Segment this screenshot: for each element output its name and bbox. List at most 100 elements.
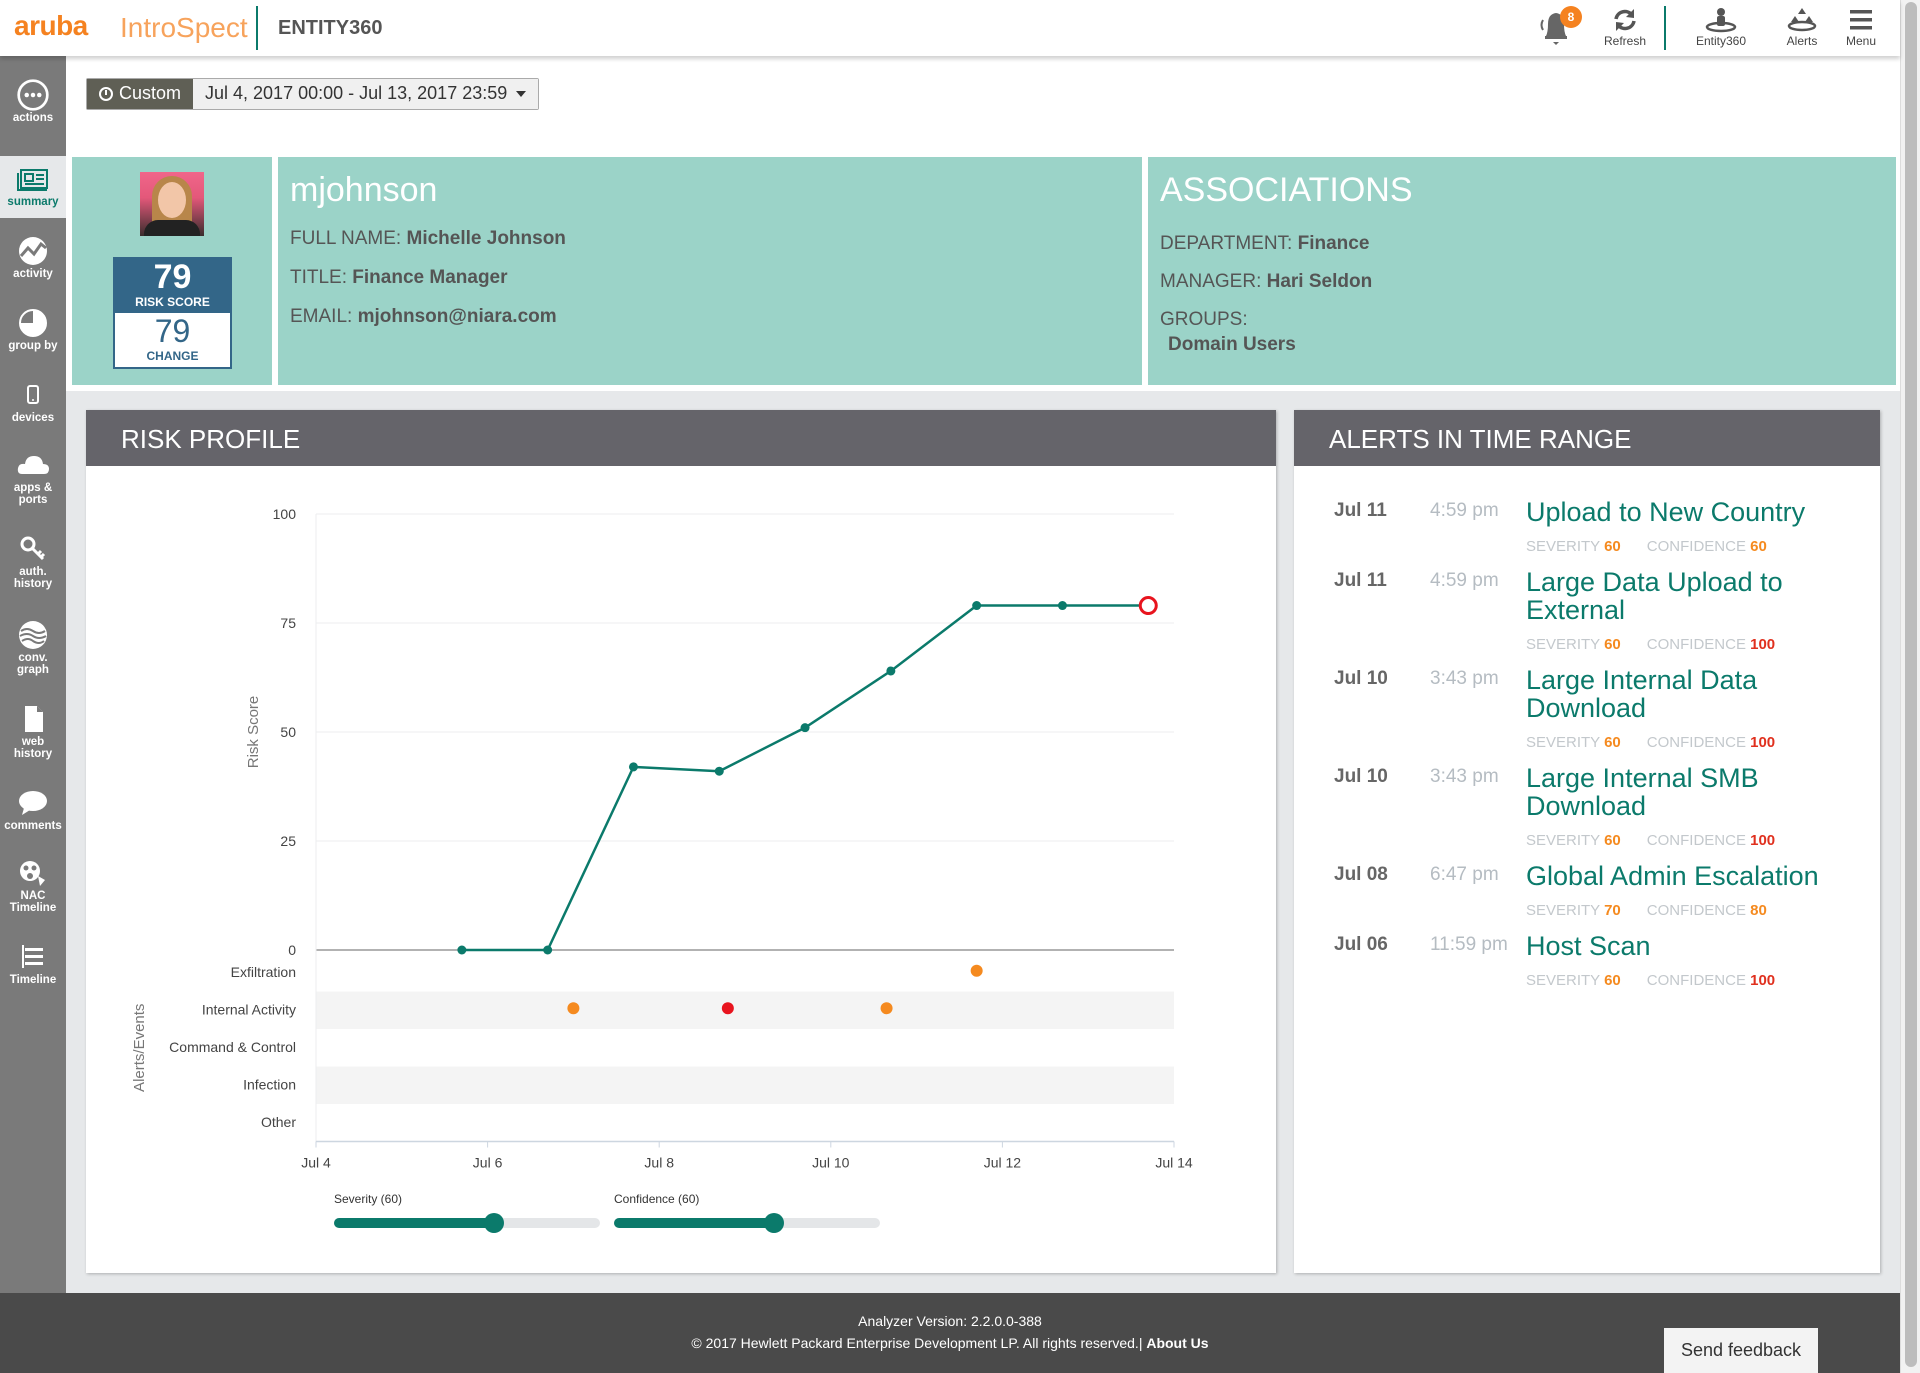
sidebar-item-apps-ports[interactable]: apps & ports [0,448,66,506]
alert-title-link[interactable]: Host Scan [1526,932,1866,960]
severity-label: SEVERITY [1526,902,1600,919]
sidebar-item-nac-timeline[interactable]: NAC Timeline [0,856,66,914]
list-icon [22,945,43,968]
event-dot [970,964,983,977]
department-value: Finance [1297,233,1370,254]
sidebar-item-timeline[interactable]: Timeline [0,940,66,986]
sidebar-item-summary[interactable]: summary [0,156,66,218]
alert-date: Jul 10 [1334,766,1388,787]
avatar[interactable] [140,172,204,236]
sidebar-item-group-by[interactable]: group by [0,306,66,352]
comment-icon [19,791,47,815]
x-tick-label: Jul 10 [812,1155,850,1171]
confidence-value: 100 [1750,734,1776,751]
sidebar-item-comments[interactable]: comments [0,786,66,832]
confidence-label: CONFIDENCE [1646,832,1746,849]
risk-profile-panel: RISK PROFILE Exfiltration Internal Activi… [86,410,1276,1273]
custom-range-button[interactable]: Custom [87,79,194,109]
x-tick-label: Jul 6 [473,1155,503,1171]
entity360-label: Entity360 [1695,34,1747,48]
risk-score-value: 79 [153,258,192,296]
severity-value: 60 [1604,832,1621,849]
severity-value: 60 [1604,636,1621,653]
current-risk-point [1138,596,1158,616]
alert-date: Jul 11 [1334,570,1387,591]
confidence-slider-handle[interactable] [763,1213,784,1233]
alert-meta: SEVERITY 60 CONFIDENCE 100 [1526,972,1775,989]
y-axis-title: Risk Score [245,696,262,769]
alert-date: Jul 08 [1334,864,1388,885]
risk-score-point [543,945,553,955]
copyright-text: © 2017 Hewlett Packard Enterprise Develo… [691,1335,1147,1351]
alert-meta: SEVERITY 70 CONFIDENCE 80 [1526,902,1767,919]
cloud-icon [17,456,49,474]
activity-icon [19,237,47,265]
y-tick-label: 0 [288,942,296,958]
confidence-value: 80 [1750,902,1767,919]
date-range-dropdown[interactable]: Jul 4, 2017 00:00 - Jul 13, 2017 23:59 [193,79,539,109]
manager-row: MANAGER: Hari Seldon [1160,271,1373,292]
alert-title-link[interactable]: Large Internal SMB Download [1526,764,1866,820]
send-feedback-button[interactable]: Send feedback [1664,1328,1818,1373]
risk-chart: Exfiltration Internal Activity Command & C… [131,506,1193,1171]
header-divider [256,6,258,50]
menu-button[interactable]: Menu [1826,6,1896,54]
summary-header-area: Custom Jul 4, 2017 00:00 - Jul 13, 2017 … [66,56,1900,391]
about-us-link[interactable]: About Us [1146,1335,1208,1351]
event-category-label: Infection [243,1077,296,1093]
associations-card: ASSOCIATIONS DEPARTMENT: Finance MANAGER… [1148,157,1896,385]
key-icon [20,536,46,561]
version-text: Analyzer Version: 2.2.0.0-388 [858,1313,1042,1329]
event-dot [721,1002,734,1015]
introspect-logo: IntroSpect [120,12,248,43]
menu-icon [1850,10,1872,30]
sidebar-item-conv-graph[interactable]: conv. graph [0,618,66,676]
y-tick-label: 100 [273,506,297,522]
sidebar-item-actions[interactable]: actions [0,78,66,124]
confidence-slider[interactable] [614,1213,880,1233]
confidence-label: CONFIDENCE [1646,902,1746,919]
full-name-row: FULL NAME: Michelle Johnson [290,228,566,249]
x-tick-label: Jul 14 [1155,1155,1193,1171]
alert-time: 4:59 pm [1430,500,1499,521]
group-by-icon [19,309,47,337]
aruba-logo[interactable]: aruba [14,10,88,42]
entity360-button[interactable]: Entity360 [1686,6,1756,54]
severity-label: SEVERITY [1526,832,1600,849]
alert-title-link[interactable]: Upload to New Country [1526,498,1866,526]
title-row: TITLE: Finance Manager [290,267,508,288]
sidebar-item-web-history[interactable]: web history [0,702,66,760]
nac-icon [20,861,45,886]
summary-icon [17,169,48,191]
confidence-label: CONFIDENCE [1646,636,1746,653]
actions-icon [17,79,49,111]
full-name-value: Michelle Johnson [406,228,566,249]
alert-title-link[interactable]: Large Data Upload to External [1526,568,1866,624]
caret-down-icon [516,91,527,98]
severity-slider-handle[interactable] [483,1213,504,1233]
conv-graph-icon [19,621,47,649]
alert-time: 4:59 pm [1430,570,1499,591]
notifications-button[interactable]: 8 [1538,6,1584,48]
scrollbar[interactable] [1900,0,1920,1373]
risk-score-line [461,604,1149,952]
sidebar: actions summary activity group by device… [0,56,66,1293]
severity-label: SEVERITY [1526,734,1600,751]
sidebar-item-devices[interactable]: devices [0,378,66,424]
alert-title-link[interactable]: Global Admin Escalation [1526,862,1866,890]
date-range-value: Jul 4, 2017 00:00 - Jul 13, 2017 23:59 [205,83,508,103]
alert-title-link[interactable]: Large Internal Data Download [1526,666,1866,722]
risk-score-point [714,766,724,776]
sidebar-item-auth-history[interactable]: auth. history [0,532,66,590]
confidence-label: CONFIDENCE [1646,538,1746,555]
scrollbar-thumb[interactable] [1905,2,1917,1367]
severity-slider-fill [334,1218,494,1228]
alert-meta: SEVERITY 60 CONFIDENCE 100 [1526,832,1775,849]
x-tick-label: Jul 4 [301,1155,331,1171]
alerts-title: ALERTS IN TIME RANGE [1294,410,1880,466]
refresh-button[interactable]: Refresh [1590,6,1660,54]
time-range-picker[interactable]: Custom Jul 4, 2017 00:00 - Jul 13, 2017 … [86,78,540,110]
severity-slider[interactable] [334,1213,600,1233]
sidebar-item-activity[interactable]: activity [0,234,66,280]
event-dot [880,1002,893,1015]
